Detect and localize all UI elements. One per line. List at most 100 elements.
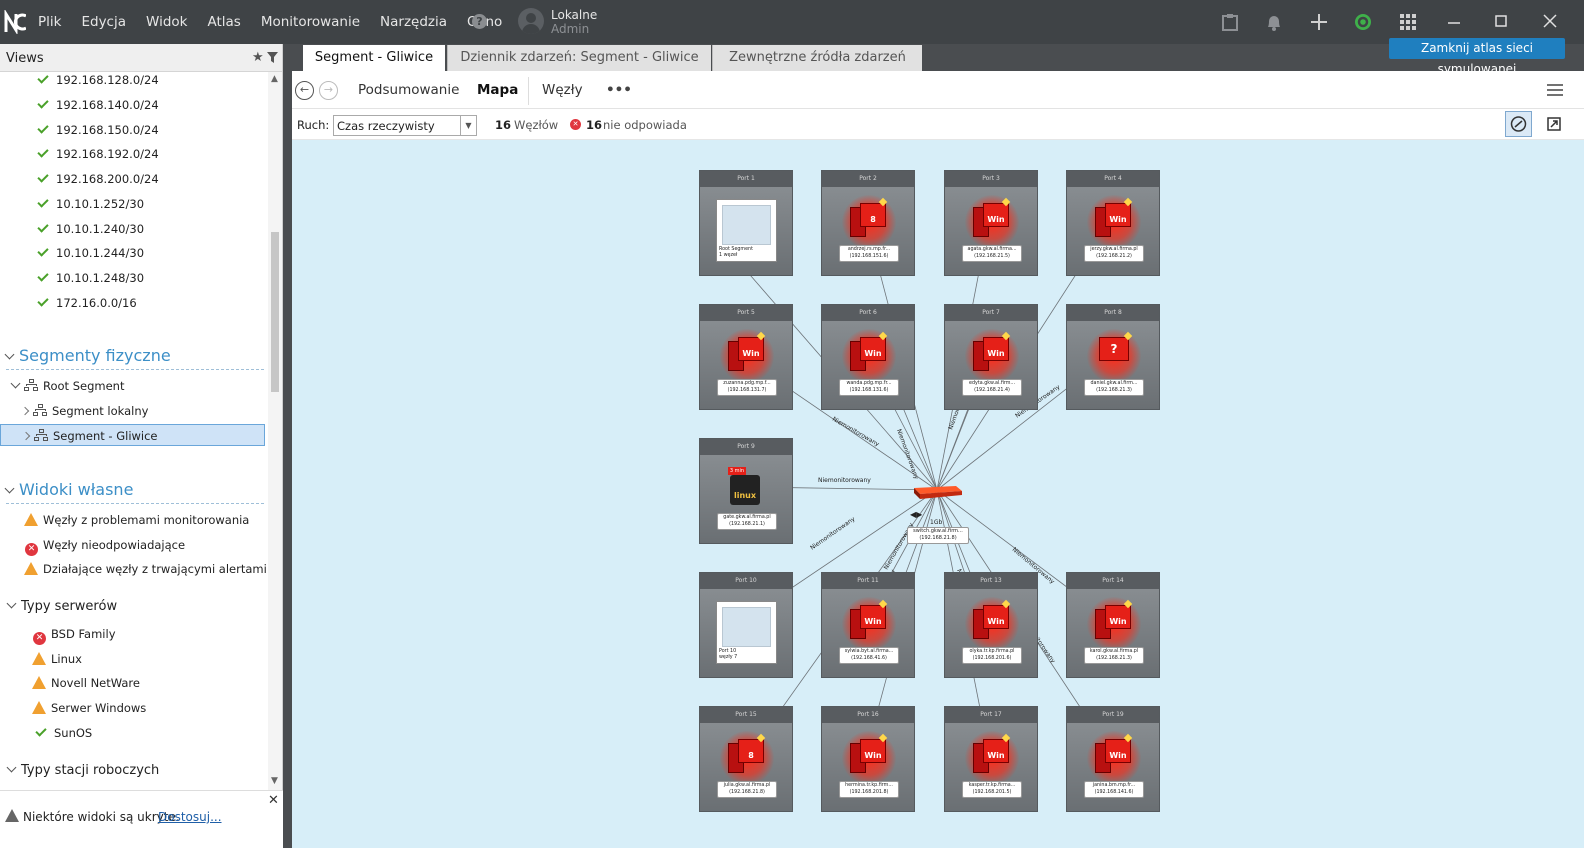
favorite-star-icon[interactable]: ★ bbox=[252, 50, 264, 65]
clipboard-icon[interactable] bbox=[1220, 12, 1240, 32]
title-bar: Plik Edycja Widok Atlas Monitorowanie Na… bbox=[0, 0, 1584, 44]
customize-link[interactable]: Dostosuj... bbox=[158, 810, 222, 824]
add-icon[interactable] bbox=[1309, 12, 1329, 32]
panel-splitter[interactable] bbox=[283, 44, 292, 848]
menu-view[interactable]: Widok bbox=[146, 14, 187, 30]
tree-item-root-segment[interactable]: Root Segment bbox=[10, 375, 124, 397]
section-workstation-types[interactable]: Typy stacji roboczych bbox=[6, 761, 159, 781]
scroll-up-icon[interactable]: ▲ bbox=[271, 74, 278, 84]
node-tile[interactable]: Port 3 Win 7 agata.gkw.al.firma...(192.1… bbox=[944, 170, 1038, 276]
views-header: Views ★ bbox=[0, 44, 282, 72]
node-tile[interactable]: Port 10 Port 10 węzły 7 bbox=[699, 572, 793, 678]
node-tile[interactable]: Port 14 Win 7 karol.gkw.al.firma.pl(192.… bbox=[1066, 572, 1160, 678]
nav-map[interactable]: Mapa bbox=[477, 82, 518, 98]
expand-icon[interactable] bbox=[1547, 117, 1561, 131]
views-tree[interactable]: 192.168.128.0/24 192.168.140.0/24 192.16… bbox=[0, 72, 267, 790]
node-tile[interactable]: Port 6 Win 7 wanda.pdg.mp.fr...(192.168.… bbox=[821, 304, 915, 410]
menu-file[interactable]: Plik bbox=[38, 14, 61, 30]
port-label: Port 13 bbox=[945, 573, 1037, 589]
warning-icon bbox=[5, 809, 19, 822]
menu-tools[interactable]: Narzędzia bbox=[380, 14, 447, 30]
menu-monitoring[interactable]: Monitorowanie bbox=[261, 14, 360, 30]
tab-segment-gliwice[interactable]: Segment - Gliwice bbox=[303, 45, 445, 71]
network-map[interactable]: Niemonitorowany Niemonitorowany Niemonitor… bbox=[292, 140, 1584, 848]
traffic-select[interactable]: Czas rzeczywisty ▼ bbox=[333, 115, 477, 136]
node-tile[interactable]: Port 2 8 andrzej.rs.mp.fr... (192.168.151… bbox=[821, 170, 915, 276]
node-tile[interactable]: Port 9 3 min linux gate.gkw.al.firma.pl(… bbox=[699, 438, 793, 544]
node-tile[interactable]: Port 4 Win 7 jerzy.gkw.al.firma.pl(192.1… bbox=[1066, 170, 1160, 276]
windows-computer-icon: Win 7 bbox=[1087, 731, 1141, 792]
tab-external-sources[interactable]: Zewnętrzne źródła zdarzeń bbox=[712, 45, 922, 71]
unknown-device-icon: ? bbox=[1087, 329, 1141, 383]
tree-item-custom-view[interactable]: Działające węzły z trwającymi alertami bbox=[24, 558, 267, 580]
tab-event-log[interactable]: Dziennik zdarzeń: Segment - Gliwice bbox=[447, 45, 711, 71]
tree-item-custom-view[interactable]: ✕ Węzły nieodpowiadające bbox=[25, 534, 185, 556]
linux-server-icon: 3 min linux bbox=[726, 467, 768, 509]
node-label: hermina.tr.kp.firm... (192.168.201.8) bbox=[839, 781, 899, 798]
back-icon[interactable]: ← bbox=[295, 81, 314, 100]
scroll-down-icon[interactable]: ▼ bbox=[271, 776, 278, 786]
tree-item-server-type[interactable]: ✕ BSD Family bbox=[33, 623, 116, 645]
tree-item-subnet[interactable]: 10.10.1.240/30 bbox=[0, 218, 144, 240]
node-tile[interactable]: Port 8 ? daniel.gkw.al.firm... (192.168.2… bbox=[1066, 304, 1160, 410]
node-tile[interactable]: Port 17 Win 7 kasper.tr.kp.firma...(192.… bbox=[944, 706, 1038, 812]
filter-icon[interactable] bbox=[267, 52, 278, 63]
tree-item-subnet[interactable]: 10.10.1.252/30 bbox=[0, 193, 144, 215]
tree-item-subnet[interactable]: 172.16.0.0/16 bbox=[0, 292, 137, 314]
tree-item-subnet[interactable]: 192.168.192.0/24 bbox=[0, 143, 159, 165]
maximize-icon[interactable] bbox=[1491, 12, 1511, 32]
windows-computer-icon: 8 bbox=[842, 195, 896, 249]
node-tile[interactable]: Port 7 Win 7 edyta.gkw.al.firm...(192.16… bbox=[944, 304, 1038, 410]
port-label: Port 9 bbox=[700, 439, 792, 455]
tree-item-custom-view[interactable]: Węzły z problemami monitorowania bbox=[24, 509, 249, 531]
nav-summary[interactable]: Podsumowanie bbox=[358, 82, 459, 98]
tree-item-local-segment[interactable]: Segment lokalny bbox=[20, 400, 148, 422]
auto-layout-button[interactable] bbox=[1505, 111, 1532, 137]
node-tile[interactable]: Port 1 Root Segment 1 węzeł bbox=[699, 170, 793, 276]
section-server-types[interactable]: Typy serwerów bbox=[6, 597, 117, 617]
section-physical-segments[interactable]: Segmenty fizyczne bbox=[0, 344, 171, 368]
tree-item-subnet[interactable]: 192.168.150.0/24 bbox=[0, 119, 159, 141]
minimize-icon[interactable] bbox=[1444, 12, 1464, 32]
forward-icon[interactable]: → bbox=[319, 81, 338, 100]
node-tile[interactable]: Port 16 Win 7 hermina.tr.kp.firm...(192.… bbox=[821, 706, 915, 812]
bell-icon[interactable] bbox=[1264, 12, 1284, 32]
tree-item-subnet[interactable]: 192.168.140.0/24 bbox=[0, 94, 159, 116]
tree-item-subnet[interactable]: 192.168.128.0/24 bbox=[0, 72, 159, 91]
tree-item-server-type[interactable]: Novell NetWare bbox=[32, 672, 140, 694]
tree-item-server-type[interactable]: Serwer Windows bbox=[32, 697, 146, 719]
help-icon[interactable]: ? bbox=[472, 14, 487, 29]
views-scrollbar[interactable]: ▲ ▼ bbox=[268, 72, 282, 790]
user-avatar-icon[interactable] bbox=[518, 8, 544, 34]
menu-atlas[interactable]: Atlas bbox=[207, 14, 240, 30]
tree-item-server-type[interactable]: SunOS bbox=[0, 722, 92, 744]
user-info[interactable]: Lokalne Admin bbox=[551, 8, 597, 36]
node-tile[interactable]: Port 15 8 julia.gkw.al.firma.pl (192.168.… bbox=[699, 706, 793, 812]
tree-item-gliwice-segment[interactable]: Segment - Gliwice bbox=[0, 424, 265, 446]
chevron-down-icon[interactable]: ▼ bbox=[460, 116, 476, 135]
menu-edit[interactable]: Edycja bbox=[81, 14, 126, 30]
close-notice-icon[interactable]: ✕ bbox=[268, 793, 279, 808]
close-icon[interactable] bbox=[1540, 12, 1560, 32]
node-tile[interactable]: Port 19 Win 7 janina.bm.mp.fr...(192.168… bbox=[1066, 706, 1160, 812]
hamburger-menu-icon[interactable] bbox=[1546, 83, 1564, 97]
section-custom-views[interactable]: Widoki własne bbox=[0, 478, 133, 502]
node-tile[interactable]: Port 13 Win 7 olyka.tr.kp.firma.pl(192.1… bbox=[944, 572, 1038, 678]
node-tile[interactable]: Port 11 Win 7 sylwia.byt.al.firma...(192… bbox=[821, 572, 915, 678]
nav-nodes[interactable]: Węzły bbox=[542, 82, 583, 98]
tree-item-server-type[interactable]: Linux bbox=[32, 648, 82, 670]
scrollbar-thumb[interactable] bbox=[271, 232, 279, 392]
warning-icon bbox=[32, 701, 46, 714]
more-icon[interactable]: ••• bbox=[606, 82, 632, 98]
tree-item-subnet[interactable]: 192.168.200.0/24 bbox=[0, 168, 159, 190]
node-label: karol.gkw.al.firma.pl (192.168.21.3) bbox=[1084, 647, 1144, 664]
tree-item-subnet[interactable]: 10.10.1.248/30 bbox=[0, 267, 144, 289]
segment-icon bbox=[33, 404, 48, 417]
chevron-right-icon bbox=[20, 406, 30, 416]
tree-item-subnet[interactable]: 10.10.1.244/30 bbox=[0, 242, 144, 264]
status-green-icon[interactable] bbox=[1353, 12, 1373, 32]
apps-grid-icon[interactable] bbox=[1398, 12, 1418, 32]
switch-icon[interactable] bbox=[910, 482, 962, 500]
warning-icon bbox=[24, 562, 38, 575]
node-tile[interactable]: Port 5 Win 7 zuzanna.pdg.mp.f...(192.168… bbox=[699, 304, 793, 410]
